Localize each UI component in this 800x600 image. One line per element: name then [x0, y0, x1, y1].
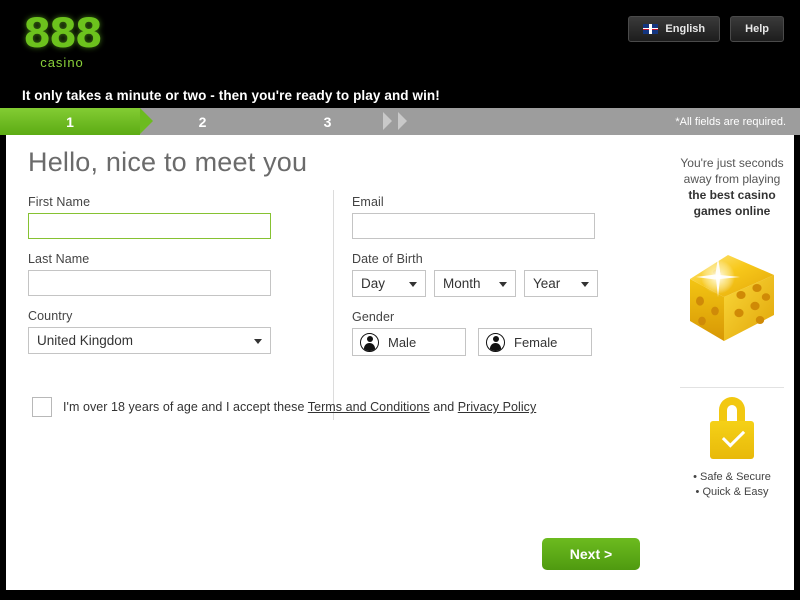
promo-line-3: the best casino [688, 188, 776, 202]
next-button[interactable]: Next > [542, 538, 640, 570]
gender-label: Gender [352, 310, 395, 324]
terms-row: I'm over 18 years of age and I accept th… [32, 397, 536, 417]
progress-step-3-number: 3 [323, 113, 332, 130]
progress-step-2-number: 2 [198, 113, 207, 130]
next-button-label: Next > [569, 546, 613, 562]
browser-screen: 888 casino English Help It only takes a … [0, 0, 800, 600]
sidebar-separator [680, 387, 784, 388]
promo-line-1: You're just seconds [680, 156, 784, 170]
site-header: 888 casino English Help [0, 0, 800, 82]
last-name-label: Last Name [28, 252, 90, 266]
required-fields-note: *All fields are required. [675, 115, 786, 128]
country-label: Country [28, 309, 73, 323]
progress-step-1[interactable]: 1 [0, 108, 153, 135]
terms-and-conditions-link[interactable]: Terms and Conditions [308, 400, 430, 414]
chevron-right-icon-3 [398, 112, 408, 131]
gender-field: Gender Male Female [352, 310, 612, 356]
lock-image-wrap [670, 397, 794, 477]
chevron-down-icon [254, 338, 262, 344]
gender-options: Male Female [352, 328, 612, 356]
promo-text: You're just seconds away from playing th… [670, 155, 794, 219]
tagline-banner: It only takes a minute or two - then you… [0, 82, 800, 108]
first-name-label: First Name [28, 195, 91, 209]
promo-sidebar: You're just seconds away from playing th… [670, 135, 794, 590]
chevron-down-icon [581, 281, 589, 287]
gender-male-button[interactable]: Male [352, 328, 466, 356]
promo-line-4: games online [693, 204, 771, 218]
tagline-text: It only takes a minute or two - then you… [22, 87, 440, 103]
padlock-secure-icon [708, 397, 756, 459]
safety-line-2: • Quick & Easy [695, 486, 769, 498]
date-of-birth-label: Date of Birth [352, 252, 423, 266]
last-name-input[interactable] [28, 270, 271, 296]
country-selected-value: United Kingdom [37, 333, 134, 348]
golden-dice-icon [690, 255, 774, 341]
page-title: Hello, nice to meet you [28, 147, 308, 177]
progress-step-2[interactable]: 2 [140, 108, 265, 135]
terms-text: I'm over 18 years of age and I accept th… [63, 400, 536, 414]
country-select[interactable]: United Kingdom [28, 327, 271, 354]
uk-flag-icon [643, 24, 659, 34]
terms-text-middle: and [429, 400, 458, 414]
registration-form-panel: Hello, nice to meet you First Name Last … [6, 135, 794, 590]
help-label: Help [745, 23, 769, 35]
gender-female-label: Female [514, 334, 558, 350]
person-icon [486, 332, 505, 352]
progress-step-1-number: 1 [66, 113, 74, 130]
email-label: Email [352, 195, 384, 209]
gender-female-button[interactable]: Female [478, 328, 592, 356]
dob-day-select[interactable]: Day [352, 270, 426, 297]
dice-image-wrap [670, 245, 794, 365]
promo-line-2: away from playing [683, 172, 781, 186]
header-buttons: English Help [628, 16, 784, 42]
form-column-left: First Name Last Name Country United King… [28, 195, 288, 367]
privacy-policy-link[interactable]: Privacy Policy [458, 400, 537, 414]
dob-year-select[interactable]: Year [524, 270, 598, 297]
padlock-body [710, 421, 754, 459]
check-icon [721, 424, 746, 448]
progress-steps-bar: 1 2 3 *All fields are required. [0, 108, 800, 135]
last-name-field: Last Name [28, 252, 288, 296]
date-of-birth-selects: Day Month Year [352, 270, 612, 297]
language-button[interactable]: English [628, 16, 721, 42]
form-column-right: Email Date of Birth Day Month Year Gende… [352, 195, 612, 369]
chevron-down-icon [499, 281, 507, 287]
help-button[interactable]: Help [730, 16, 784, 42]
dob-year-value: Year [533, 276, 561, 291]
person-icon [360, 332, 379, 352]
first-name-field: First Name [28, 195, 288, 239]
safety-line-1: • Safe & Secure [693, 471, 771, 483]
date-of-birth-field: Date of Birth Day Month Year [352, 252, 612, 297]
dob-month-select[interactable]: Month [434, 270, 516, 297]
progress-step-3[interactable]: 3 [265, 108, 390, 135]
chevron-down-icon [409, 281, 417, 287]
email-input[interactable] [352, 213, 595, 239]
safety-bullets: • Safe & Secure • Quick & Easy [670, 470, 794, 500]
gender-male-label: Male [388, 334, 417, 350]
dob-month-value: Month [443, 276, 481, 291]
email-field: Email [352, 195, 612, 239]
column-divider [333, 190, 334, 420]
terms-text-before: I'm over 18 years of age and I accept th… [63, 400, 308, 414]
first-name-input[interactable] [28, 213, 271, 239]
language-label: English [665, 23, 706, 35]
logo-text-888: 888 [23, 11, 103, 57]
dob-day-value: Day [361, 276, 386, 291]
site-logo[interactable]: 888 casino [14, 14, 110, 76]
logo-text-casino: casino [40, 55, 84, 70]
country-field: Country United Kingdom [28, 309, 288, 354]
chevron-right-icon-2 [383, 112, 393, 131]
terms-checkbox[interactable] [32, 397, 52, 417]
